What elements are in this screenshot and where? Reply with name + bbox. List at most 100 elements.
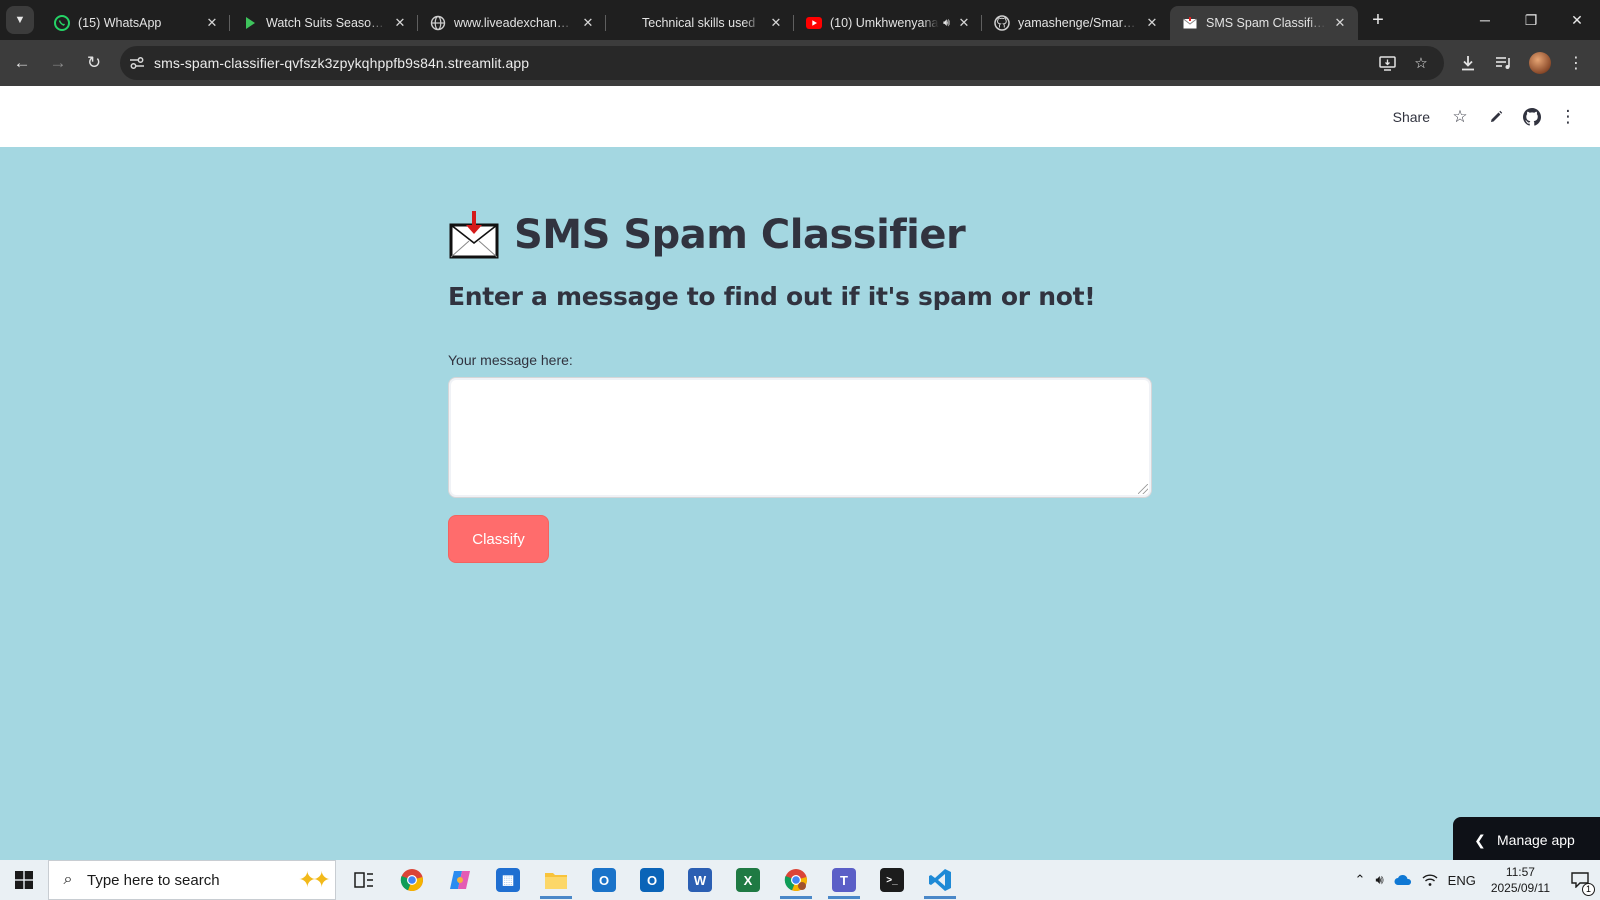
- play-icon: [242, 15, 258, 31]
- tab-youtube[interactable]: (10) Umkhwenyana 🔊︎ ✕: [794, 6, 982, 40]
- browser-toolbar: ← → ↻ sms-spam-classifier-qvfszk3zpykqhp…: [0, 40, 1600, 86]
- download-icon[interactable]: [1450, 45, 1486, 81]
- browser-menu-icon[interactable]: ⋮: [1558, 45, 1594, 81]
- language-indicator[interactable]: ENG: [1443, 860, 1481, 900]
- close-tab-icon[interactable]: ✕: [768, 15, 784, 31]
- media-control-icon[interactable]: [1486, 45, 1522, 81]
- task-view-icon[interactable]: [340, 860, 388, 900]
- file-explorer-icon[interactable]: [532, 860, 580, 900]
- tab-liveadexchanger[interactable]: www.liveadexchanger.c ✕: [418, 6, 606, 40]
- window-controls: ─ ❐ ✕: [1462, 0, 1600, 40]
- tab-title: (15) WhatsApp: [78, 16, 162, 30]
- more-options-icon[interactable]: ⋮: [1552, 101, 1584, 133]
- clock-date: 2025/09/11: [1490, 881, 1550, 895]
- excel-icon[interactable]: X: [724, 860, 772, 900]
- close-tab-icon[interactable]: ✕: [580, 15, 596, 31]
- system-clock[interactable]: 11:57 2025/09/11: [1481, 864, 1560, 896]
- tab-title: (10) Umkhwenyana: [830, 16, 939, 30]
- toolbar-right: ⋮: [1450, 45, 1594, 81]
- chrome-icon[interactable]: [388, 860, 436, 900]
- new-tab-button[interactable]: +: [1364, 6, 1392, 34]
- outlook-new-icon[interactable]: O: [580, 860, 628, 900]
- tab-sms-spam-classifier[interactable]: SMS Spam Classifier · S ✕: [1170, 6, 1358, 40]
- youtube-icon: [806, 15, 822, 31]
- header-actions: Share ☆ ⋮: [1383, 86, 1584, 147]
- forward-arrow-icon[interactable]: →: [40, 45, 76, 81]
- edit-pencil-icon[interactable]: [1480, 101, 1512, 133]
- message-input-container: [448, 377, 1152, 498]
- windows-start-icon[interactable]: [0, 860, 48, 900]
- reload-icon[interactable]: ↻: [76, 45, 112, 81]
- close-tab-icon[interactable]: ✕: [956, 15, 972, 31]
- address-bar-actions: ☆: [1372, 46, 1436, 80]
- taskbar-apps: ▦ O O W X T >_: [340, 860, 964, 900]
- close-tab-icon[interactable]: ✕: [204, 15, 220, 31]
- manage-app-button[interactable]: ❮ Manage app: [1453, 817, 1600, 863]
- active-indicator: [780, 896, 812, 899]
- active-indicator: [924, 896, 956, 899]
- browser-tab-strip: ▼ (15) WhatsApp ✕ Watch Suits Season 1 E…: [0, 0, 1600, 40]
- tab-list: (15) WhatsApp ✕ Watch Suits Season 1 E ✕…: [42, 0, 1358, 40]
- streamlit-favicon-icon: [1182, 15, 1198, 31]
- chevron-up-icon[interactable]: ⌃: [1350, 860, 1371, 900]
- tab-title: yamashenge/SmartEdu: [1018, 16, 1138, 30]
- star-icon[interactable]: ☆: [1444, 101, 1476, 133]
- onedrive-cloud-icon[interactable]: [1389, 860, 1417, 900]
- taskbar-search-box[interactable]: ⌕ Type here to search ✦✦: [48, 860, 336, 900]
- outlook-icon[interactable]: O: [628, 860, 676, 900]
- site-settings-icon[interactable]: [120, 46, 154, 80]
- page-title: SMS Spam Classifier: [514, 212, 966, 258]
- manage-app-label: Manage app: [1497, 832, 1575, 848]
- word-icon[interactable]: W: [676, 860, 724, 900]
- tab-github[interactable]: yamashenge/SmartEdu ✕: [982, 6, 1170, 40]
- tab-title: Watch Suits Season 1 E: [266, 16, 386, 30]
- bookmark-star-icon[interactable]: ☆: [1406, 48, 1436, 78]
- github-icon[interactable]: [1516, 101, 1548, 133]
- close-tab-icon[interactable]: ✕: [1332, 15, 1348, 31]
- close-tab-icon[interactable]: ✕: [392, 15, 408, 31]
- speaker-icon[interactable]: 🔊︎: [943, 17, 950, 30]
- notification-center-icon[interactable]: 1: [1560, 860, 1600, 900]
- copilot-icon[interactable]: [436, 860, 484, 900]
- address-bar[interactable]: sms-spam-classifier-qvfszk3zpykqhppfb9s8…: [120, 46, 1444, 80]
- github-icon: [994, 15, 1010, 31]
- tab-technical-skills[interactable]: Technical skills used ✕: [606, 6, 794, 40]
- profile-avatar[interactable]: [1529, 52, 1551, 74]
- tab-title: Technical skills used: [642, 16, 756, 30]
- wifi-icon[interactable]: [1417, 860, 1443, 900]
- message-input[interactable]: [449, 378, 1151, 497]
- terminal-icon[interactable]: >_: [868, 860, 916, 900]
- clock-time: 11:57: [1505, 865, 1535, 879]
- share-button[interactable]: Share: [1383, 101, 1440, 133]
- notification-count-badge: 1: [1582, 883, 1595, 896]
- resize-handle-icon[interactable]: [1138, 484, 1148, 494]
- volume-icon[interactable]: 🔊︎: [1370, 860, 1388, 900]
- classify-button[interactable]: Classify: [448, 515, 549, 563]
- taskbar-search-placeholder: Type here to search: [87, 871, 220, 889]
- install-app-icon[interactable]: [1372, 48, 1402, 78]
- streamlit-header: Share ☆ ⋮: [0, 86, 1600, 147]
- incoming-envelope-icon: [449, 211, 499, 259]
- active-indicator: [828, 896, 860, 899]
- vscode-icon[interactable]: [916, 860, 964, 900]
- minimize-icon[interactable]: ─: [1462, 0, 1508, 40]
- active-indicator: [540, 896, 572, 899]
- title-row: SMS Spam Classifier: [448, 204, 966, 266]
- tab-title: www.liveadexchanger.c: [454, 16, 574, 30]
- restore-icon[interactable]: ❐: [1508, 0, 1554, 40]
- url-text[interactable]: sms-spam-classifier-qvfszk3zpykqhppfb9s8…: [154, 55, 529, 71]
- copilot-sparkle-icon: ✦✦: [298, 867, 331, 892]
- tab-search-button[interactable]: ▼: [6, 6, 34, 34]
- back-arrow-icon[interactable]: ←: [4, 45, 40, 81]
- close-tab-icon[interactable]: ✕: [1144, 15, 1160, 31]
- chrome-profile-icon[interactable]: [772, 860, 820, 900]
- microsoft-store-icon[interactable]: ▦: [484, 860, 532, 900]
- chevron-left-icon: ❮: [1474, 831, 1486, 848]
- message-input-label: Your message here:: [448, 352, 573, 368]
- tab-title: SMS Spam Classifier · S: [1206, 16, 1326, 30]
- blank-favicon: [618, 15, 634, 31]
- close-window-icon[interactable]: ✕: [1554, 0, 1600, 40]
- tab-suits[interactable]: Watch Suits Season 1 E ✕: [230, 6, 418, 40]
- tab-whatsapp[interactable]: (15) WhatsApp ✕: [42, 6, 230, 40]
- teams-icon[interactable]: T: [820, 860, 868, 900]
